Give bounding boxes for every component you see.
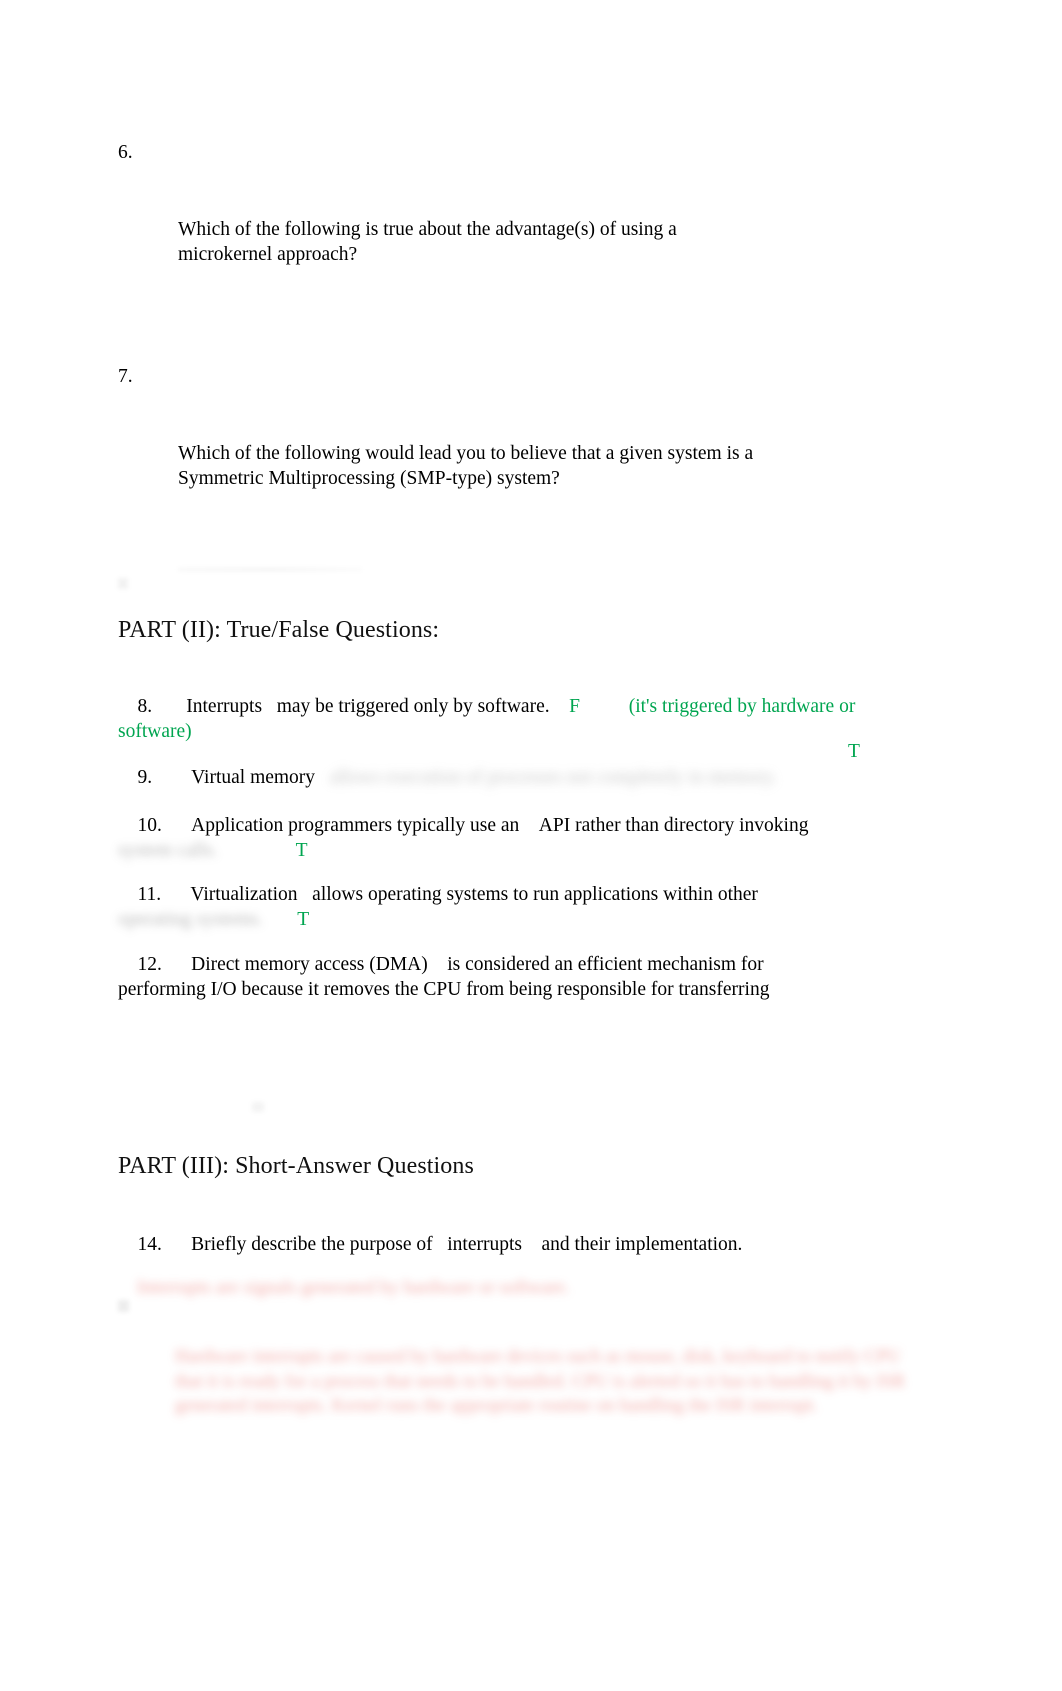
question-9-term: Virtual memory <box>191 766 316 788</box>
question-10-number: 10. <box>137 814 162 836</box>
question-8-term: Interrupts <box>186 695 263 717</box>
part-2-heading: PART (II): True/False Questions: <box>118 617 440 643</box>
part-3-heading: PART (III): Short-Answer Questions <box>118 1153 474 1179</box>
question-12-number: 12. <box>137 953 162 975</box>
question-12: 12. Direct memory access (DMA) is consid… <box>118 926 918 1028</box>
document-page: 6. Which of the following is true about … <box>0 0 1062 1691</box>
question-6-text: Which of the following is true about the… <box>178 218 677 266</box>
faint-bullet-artifact-3 <box>118 1300 129 1312</box>
question-9-number: 9. <box>137 766 153 788</box>
question-7-number: 7. <box>118 366 133 387</box>
question-11-number: 11. <box>137 883 162 905</box>
question-11-term: Virtualization <box>190 883 298 905</box>
question-8-number: 8. <box>137 695 153 717</box>
question-12-term: Direct memory access (DMA) <box>191 953 428 975</box>
question-14-answer-redacted-block: Hardware interrupts are caused by hardwa… <box>175 1347 910 1416</box>
faint-bullet-artifact <box>118 578 128 589</box>
question-8-answer: F <box>569 695 580 717</box>
question-6-number: 6. <box>118 142 133 163</box>
question-7-text: Which of the following would lead you to… <box>178 442 754 490</box>
question-14-answer-block: Hardware interrupts are caused by hardwa… <box>175 1296 915 1443</box>
question-7: 7. Which of the following would lead you… <box>118 364 918 543</box>
faint-horizontal-rule-artifact <box>178 568 362 571</box>
question-10-statement: API rather than directory invoking <box>538 814 809 836</box>
question-9-answer: T <box>848 741 860 762</box>
question-6: 6. Which of the following is true about … <box>118 140 918 319</box>
question-10-term: Application programmers typically use an <box>191 814 520 836</box>
question-11-statement: allows operating systems to run applicat… <box>312 883 758 905</box>
question-8-statement: may be triggered only by software. <box>276 695 550 717</box>
faint-bullet-artifact-2 <box>252 1102 264 1112</box>
question-9-answer-wrap: T <box>848 739 860 765</box>
